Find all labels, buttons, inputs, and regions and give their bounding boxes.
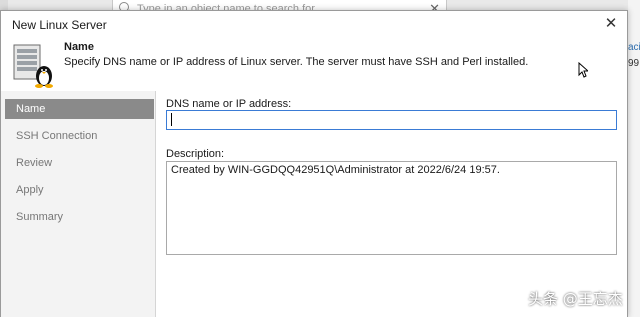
dialog-header: Name Specify DNS name or IP address of L…: [1, 37, 627, 91]
dns-name-input[interactable]: [166, 110, 617, 130]
step-apply[interactable]: Apply: [5, 180, 154, 200]
step-review[interactable]: Review: [5, 153, 154, 173]
wizard-steps-sidebar: Name SSH Connection Review Apply Summary: [1, 91, 155, 317]
wizard-content: DNS name or IP address: Description: Cre…: [155, 91, 627, 317]
step-description: Specify DNS name or IP address of Linux …: [64, 56, 529, 68]
background-right-text-1: aci: [628, 42, 640, 53]
close-button[interactable]: ✕: [599, 13, 623, 35]
step-ssh-connection[interactable]: SSH Connection: [5, 126, 154, 146]
description-textarea[interactable]: Created by WIN-GGDQQ42951Q\Administrator…: [166, 161, 617, 255]
dialog-titlebar[interactable]: New Linux Server ✕: [1, 11, 627, 37]
background-right-panel: aci 99: [628, 0, 640, 317]
background-right-text-2: 99: [628, 58, 640, 69]
watermark-text: 头条 @王忘杰: [528, 290, 623, 308]
dialog-title: New Linux Server: [12, 18, 107, 32]
text-caret: [171, 113, 172, 126]
step-name[interactable]: Name: [5, 99, 154, 119]
step-title: Name: [64, 41, 94, 53]
description-label: Description:: [166, 148, 225, 160]
dns-name-label: DNS name or IP address:: [166, 98, 292, 110]
step-summary[interactable]: Summary: [5, 207, 154, 227]
new-linux-server-dialog: New Linux Server ✕ Name Specify DNS name…: [0, 10, 628, 317]
close-icon: ✕: [604, 15, 618, 32]
linux-server-icon: [13, 44, 53, 88]
mouse-pointer-icon: [578, 62, 588, 78]
